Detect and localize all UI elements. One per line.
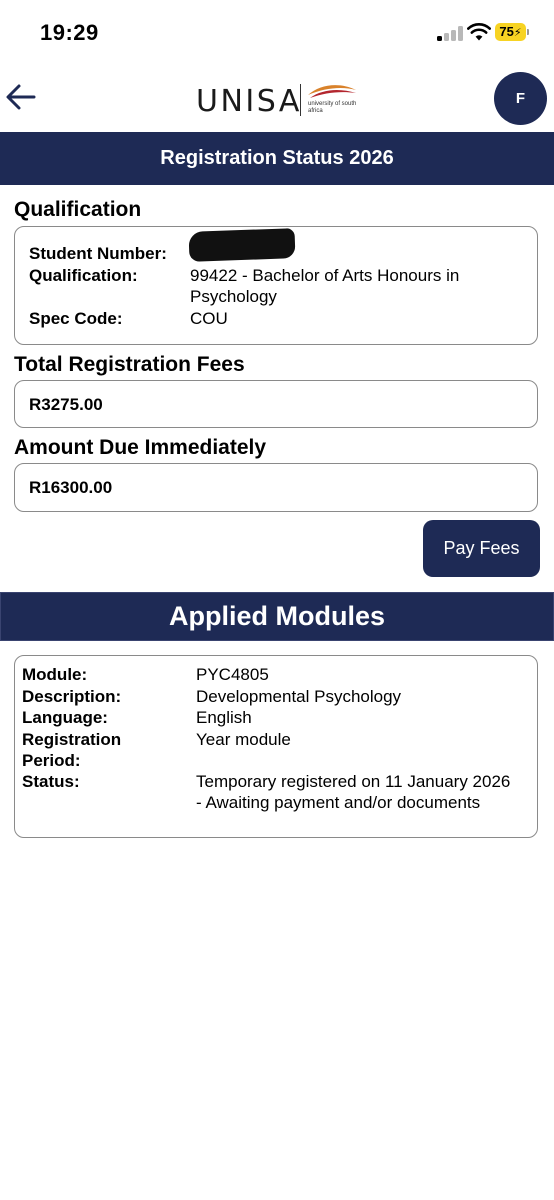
unisa-logo: UNISA university of south africa [196,80,366,120]
description-value: Developmental Psychology [196,687,402,706]
module-value: PYC4805 [196,665,269,684]
total-fees-heading: Total Registration Fees [14,353,245,376]
cellular-signal-icon [437,26,463,41]
amount-due-card: R16300.00 [14,463,538,512]
status-label: Status: [22,772,80,791]
qualification-value: 99422 - Bachelor of Arts Honours in Psyc… [190,266,460,306]
amount-due-heading: Amount Due Immediately [14,436,267,459]
qualification-heading: Qualification [14,198,142,221]
module-card: Module: PYC4805 Description: Development… [14,655,538,838]
student-number-label: Student Number: [29,244,167,263]
battery-level: 75 [499,24,514,39]
redaction-mark [188,228,296,262]
applied-modules-heading: Applied Modules [0,592,554,641]
battery-icon: 75⚡ [495,23,526,41]
description-label: Description: [22,687,122,706]
registration-period-value: Year module [196,730,291,749]
status-time: 19:29 [40,20,99,45]
total-fees-card: R3275.00 [14,380,538,428]
user-avatar[interactable]: F [494,72,547,125]
amount-due-value: R16300.00 [29,478,113,497]
pay-fees-button[interactable]: Pay Fees [423,520,540,577]
logo-emblem-icon [308,85,356,98]
qualification-label: Qualification: [29,266,138,285]
language-value: English [196,708,252,727]
status-value: Temporary registered on 11 January 2026 … [196,772,511,812]
app-header: UNISA university of south africa F [0,66,554,132]
spec-code-label: Spec Code: [29,309,123,328]
total-fees-value: R3275.00 [29,395,103,414]
module-label: Module: [22,665,88,684]
status-bar: 19:29 75⚡ [0,0,554,66]
logo-wordmark: UNISA [196,84,302,119]
logo-divider [300,84,301,116]
back-arrow-icon[interactable] [5,81,37,113]
battery-cap [527,29,529,35]
language-label: Language: [22,708,108,727]
page-title: Registration Status 2026 [0,132,554,185]
wifi-icon [467,23,491,41]
registration-period-label: Registration Period: [22,730,122,770]
logo-tagline: university of south africa [308,101,357,114]
spec-code-value: COU [190,309,228,328]
